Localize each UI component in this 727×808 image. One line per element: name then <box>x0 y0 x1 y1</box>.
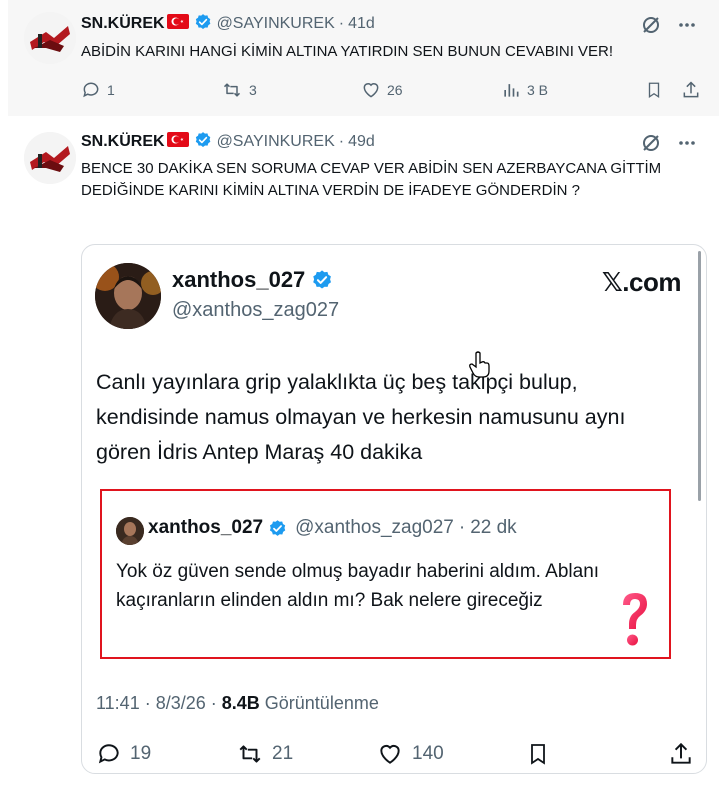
quoted-author-name: xanthos_027 <box>148 517 264 538</box>
reply-count: 1 <box>107 82 115 98</box>
verified-badge-icon <box>270 519 286 536</box>
more-options-icon[interactable] <box>677 15 697 40</box>
separator-dot: · <box>338 133 345 150</box>
card-repost-count: 21 <box>272 743 294 764</box>
tweet-time[interactable]: 41d <box>348 15 375 33</box>
scrollbar[interactable] <box>698 251 701 501</box>
repost-icon <box>239 745 261 763</box>
tweet-top-icons <box>641 15 697 40</box>
embedded-tweet-image[interactable]: xanthos_027 @xanthos_zag027 𝕏.com Canlı … <box>81 244 707 774</box>
card-reply-count: 19 <box>130 743 152 764</box>
card-author-name: xanthos_027 <box>172 267 306 292</box>
question-mark-icon <box>619 591 651 651</box>
heart-icon <box>380 744 400 764</box>
card-actions: 19 21 140 <box>96 739 694 769</box>
heart-icon <box>363 83 379 98</box>
repost-count: 3 <box>249 82 257 98</box>
more-options-icon[interactable] <box>677 133 697 158</box>
quoted-tweet-header: xanthos_027 @xanthos_zag027 · 22 dk <box>148 517 517 539</box>
separator-dot: · <box>458 517 466 538</box>
card-repost: 21 <box>236 741 376 767</box>
bookmark-icon[interactable] <box>645 80 663 100</box>
share-icon <box>671 742 691 764</box>
tweet-actions: 1 3 26 3 B <box>81 78 701 102</box>
reply-icon <box>98 744 119 764</box>
x-logo: 𝕏.com <box>601 267 682 297</box>
card-author-name-row: xanthos_027 <box>172 267 333 293</box>
tweet-time[interactable]: 49d <box>348 133 375 151</box>
tweet-text: BENCE 30 DAKİKA SEN SORUMA CEVAP VER ABİ… <box>81 160 662 199</box>
separator-dot: · <box>338 15 345 32</box>
quoted-tweet-highlight: xanthos_027 @xanthos_zag027 · 22 dk Yok … <box>100 489 671 659</box>
grok-icon[interactable] <box>641 15 661 40</box>
tweet-1[interactable]: SN.KÜREK @SAYINKUREK · 41d ABİDİN KARINI… <box>8 0 719 116</box>
card-timestamp: 11:41 · 8/3/26 · <box>96 693 222 713</box>
card-views-count: 8.4B <box>221 693 260 713</box>
tweet-text: ABİDİN KARINI HANGİ KİMİN ALTINA YATIRDI… <box>81 43 614 60</box>
card-like: 140 <box>376 741 526 767</box>
card-author-handle: @xanthos_zag027 <box>172 299 340 321</box>
card-meta: 11:41 · 8/3/26 · 8.4B Görüntülenme <box>96 693 379 714</box>
verified-badge-icon <box>313 270 332 289</box>
card-tweet-text: Canlı yayınlara grip yalaklıkta üç beş t… <box>96 370 626 464</box>
views-button[interactable]: 3 B <box>501 80 641 100</box>
tweet-top-icons <box>641 133 697 158</box>
author-name[interactable]: SN.KÜREK <box>81 15 165 33</box>
tweet-header: SN.KÜREK @SAYINKUREK · 49d <box>81 131 375 153</box>
author-avatar[interactable] <box>24 12 76 64</box>
grok-icon[interactable] <box>641 133 661 158</box>
reply-button[interactable]: 1 <box>81 80 221 100</box>
quoted-author-handle: @xanthos_zag027 <box>295 517 454 538</box>
turkey-flag-icon <box>166 14 189 34</box>
verified-badge-icon <box>194 131 212 154</box>
share-icon[interactable] <box>681 80 701 100</box>
quoted-tweet-text: Yok öz güven sende olmuş bayadır haberin… <box>116 561 600 611</box>
hand-cursor-icon <box>468 351 492 379</box>
turkey-flag-icon <box>166 132 189 152</box>
views-count: 3 B <box>527 82 549 98</box>
author-handle[interactable]: @SAYINKUREK <box>217 15 335 33</box>
repost-button[interactable]: 3 <box>221 80 361 100</box>
like-count: 26 <box>387 82 403 98</box>
bookmark-share-group <box>645 80 701 100</box>
quoted-author-avatar <box>116 517 144 545</box>
author-handle[interactable]: @SAYINKUREK <box>217 133 335 151</box>
reply-icon <box>83 82 99 98</box>
card-bookmark <box>526 741 656 767</box>
card-author-avatar <box>95 263 161 329</box>
author-name[interactable]: SN.KÜREK <box>81 133 165 151</box>
views-chart-icon <box>504 84 519 97</box>
verified-badge-icon <box>194 13 212 36</box>
card-share <box>668 741 694 767</box>
like-button[interactable]: 26 <box>361 80 501 100</box>
quoted-tweet-time: 22 dk <box>470 517 517 538</box>
bookmark-icon <box>531 744 545 765</box>
card-reply: 19 <box>96 741 236 767</box>
author-avatar[interactable] <box>24 132 76 184</box>
tweet-header: SN.KÜREK @SAYINKUREK · 41d <box>81 13 375 35</box>
repost-icon <box>223 83 241 97</box>
card-views-label: Görüntülenme <box>259 693 379 713</box>
card-like-count: 140 <box>412 743 444 764</box>
tweet-2[interactable]: SN.KÜREK @SAYINKUREK · 49d BENCE 30 DAKİ… <box>8 120 719 808</box>
